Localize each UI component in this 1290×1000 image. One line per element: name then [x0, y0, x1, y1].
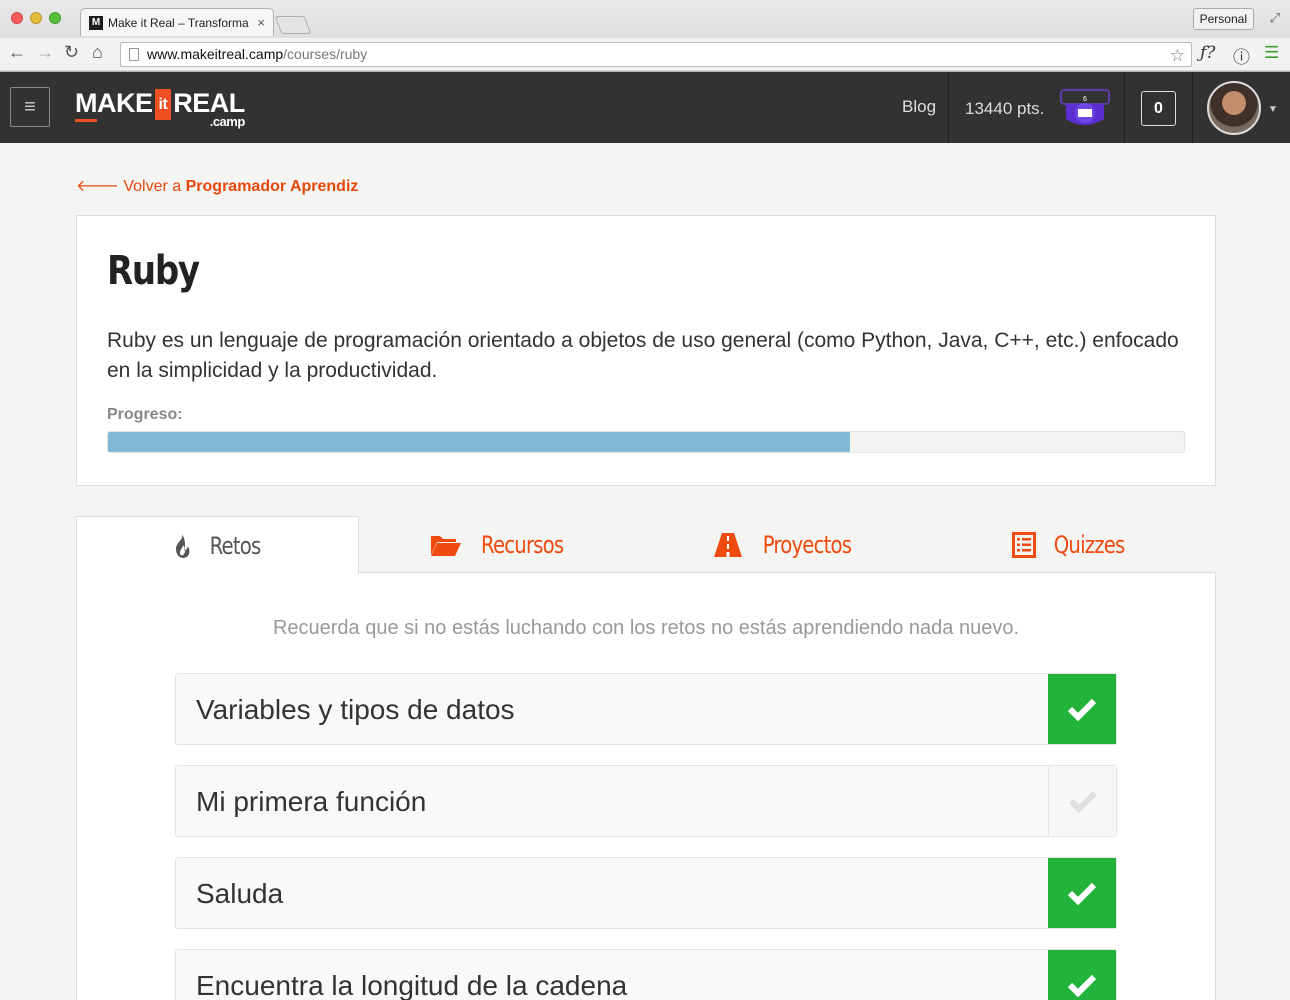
tab-label: Proyectos [762, 530, 851, 559]
site-menu-button[interactable]: ≡ [10, 87, 50, 127]
page-icon [129, 48, 139, 61]
close-window-button[interactable] [11, 12, 23, 24]
back-arrow-icon[interactable]: ← [8, 42, 26, 63]
challenge-item[interactable]: Encuentra la longitud de la cadena [175, 949, 1117, 1000]
challenge-status [1048, 674, 1116, 744]
reload-icon[interactable]: ↻ [64, 42, 79, 63]
tab-title: Make it Real – Transforma [108, 15, 249, 30]
challenge-name: Variables y tipos de datos [196, 694, 515, 725]
arrow-left-icon: 🡐 [76, 178, 119, 195]
check-icon [1067, 882, 1097, 905]
check-icon [1068, 790, 1097, 813]
tab-label: Recursos [481, 530, 564, 559]
level-badge-icon[interactable]: 6 [1060, 89, 1110, 129]
tab-close-icon[interactable]: × [257, 15, 265, 30]
font-extension-icon[interactable]: ƒ? [1200, 43, 1215, 63]
header-divider [1192, 72, 1193, 143]
challenge-status [1048, 950, 1116, 1000]
zoom-window-button[interactable] [49, 12, 61, 24]
challenge-name: Mi primera función [196, 786, 427, 817]
course-description: Ruby es un lenguaje de programación orie… [107, 329, 1179, 382]
info-extension-icon[interactable]: ⓘ [1233, 43, 1250, 68]
challenge-name: Saluda [196, 878, 284, 909]
list-icon [1012, 531, 1037, 558]
url-host: www.makeitreal.camp [147, 46, 284, 62]
minimize-window-button[interactable] [30, 12, 42, 24]
challenge-item[interactable]: Variables y tipos de datos [175, 673, 1117, 745]
check-icon [1067, 698, 1097, 721]
hamburger-icon: ≡ [24, 95, 36, 118]
course-tabs: Retos Recursos Proyectos Quizzes [76, 516, 1216, 574]
course-card: Ruby Ruby es un lenguaje de programación… [76, 215, 1216, 486]
challenge-item[interactable]: Saluda [175, 857, 1117, 929]
challenges-note: Recuerda que si no estás luchando con lo… [272, 617, 1020, 639]
browser-chrome: M Make it Real – Transforma × Personal ⤢… [0, 0, 1290, 72]
header-divider [948, 72, 949, 143]
back-target: Programador Aprendiz [185, 178, 359, 195]
folder-open-icon [430, 533, 462, 557]
back-prefix: Volver a [123, 178, 182, 195]
back-link[interactable]: 🡐 Volver a Programador Aprendiz [76, 175, 358, 196]
site-header: ≡ MAKE it REAL .camp Blog 13440 pts. 6 0 ▼ [0, 72, 1290, 143]
challenge-status [1048, 858, 1116, 928]
favicon-icon: M [89, 15, 103, 30]
tab-retos[interactable]: Retos [76, 516, 359, 574]
challenge-status [1048, 766, 1116, 836]
user-avatar[interactable] [1207, 81, 1261, 135]
menu-hamburger-icon[interactable]: ☰ [1264, 43, 1279, 63]
course-title: Ruby [107, 248, 200, 294]
tab-label: Quizzes [1054, 530, 1126, 559]
new-tab-button[interactable] [274, 16, 312, 34]
tab-quizzes[interactable]: Quizzes [929, 516, 1216, 573]
logo-it: it [154, 89, 172, 120]
site-logo[interactable]: MAKE it REAL .camp [75, 88, 245, 129]
forward-arrow-icon[interactable]: → [36, 42, 54, 63]
bookmark-star-icon[interactable]: ☆ [1170, 44, 1185, 67]
chevron-down-icon[interactable]: ▼ [1268, 104, 1278, 115]
tab-proyectos[interactable]: Proyectos [644, 516, 929, 573]
logo-camp: .camp [209, 114, 246, 129]
fire-icon [170, 533, 194, 559]
tab-label: Retos [209, 531, 261, 560]
challenge-name: Encuentra la longitud de la cadena [196, 970, 628, 1000]
road-icon [713, 532, 743, 558]
url-path: /courses/ruby [283, 46, 368, 62]
window-controls [11, 12, 61, 24]
progress-fill [108, 432, 851, 452]
badge-level: 6 [1083, 96, 1087, 103]
header-divider [1124, 72, 1125, 143]
logo-make: MAKE [75, 88, 153, 118]
profile-button[interactable]: Personal [1192, 8, 1254, 30]
check-icon [1067, 974, 1097, 997]
fullscreen-icon[interactable]: ⤢ [1270, 10, 1280, 26]
challenge-item[interactable]: Mi primera función [175, 765, 1117, 837]
browser-tab[interactable]: M Make it Real – Transforma × [80, 8, 274, 36]
notifications-button[interactable]: 0 [1141, 91, 1176, 126]
address-bar[interactable]: www.makeitreal.camp/courses/ruby ☆ [120, 42, 1192, 67]
points-display[interactable]: 13440 pts. [965, 99, 1044, 119]
logo-underline [75, 119, 97, 122]
progress-label: Progreso: [107, 406, 183, 423]
tab-recursos[interactable]: Recursos [359, 516, 644, 573]
progress-bar [107, 431, 1185, 453]
browser-toolbar: ← → ↻ ⌂ www.makeitreal.camp/courses/ruby… [0, 38, 1290, 70]
challenges-panel: Recuerda que si no estás luchando con lo… [76, 572, 1216, 1000]
home-icon[interactable]: ⌂ [92, 42, 103, 63]
blog-link[interactable]: Blog [902, 97, 936, 117]
